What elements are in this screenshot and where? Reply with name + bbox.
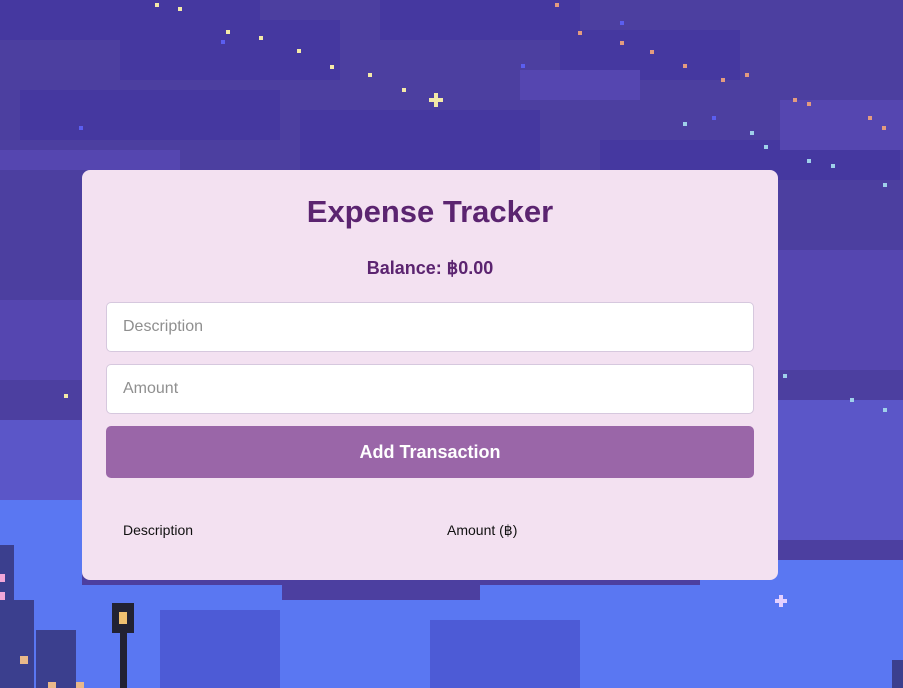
table-header-description: Description xyxy=(123,522,194,538)
expense-tracker-card: Expense Tracker Balance: ฿0.00 Add Trans… xyxy=(82,170,778,580)
table-header-amount: Amount (฿) xyxy=(447,522,518,538)
balance-display: Balance: ฿0.00 xyxy=(366,258,494,278)
description-input[interactable] xyxy=(106,302,754,352)
page-title: Expense Tracker xyxy=(306,194,554,229)
add-transaction-button[interactable]: Add Transaction xyxy=(106,426,754,478)
amount-input[interactable] xyxy=(106,364,754,414)
